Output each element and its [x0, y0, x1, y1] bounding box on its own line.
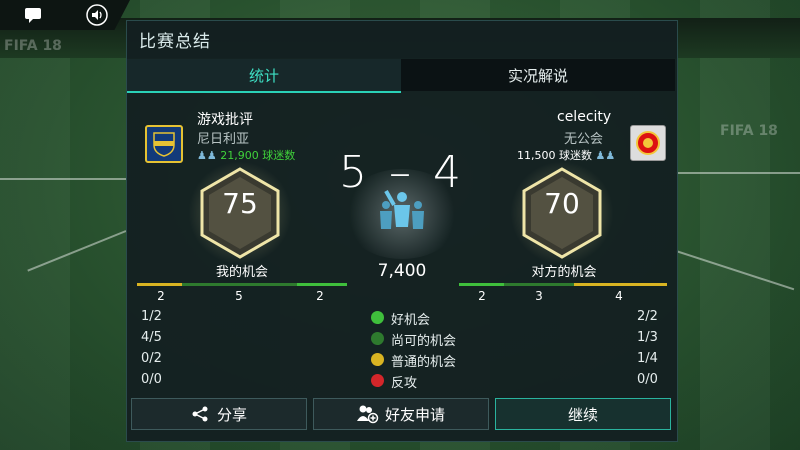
away-bar-segment-3: [574, 283, 667, 286]
pitch-line: [676, 172, 800, 174]
fifa-logo-left: FIFA 18: [4, 38, 62, 54]
home-bar-value: 2: [316, 289, 324, 303]
away-bar-segment-1: [459, 283, 504, 286]
pitch-line: [675, 250, 795, 291]
home-stat-value: 1/2: [141, 309, 162, 324]
away-team-name: celecity: [557, 109, 612, 125]
home-chances-label: 我的机会: [215, 265, 268, 280]
stat-label: 反攻: [391, 376, 418, 391]
home-bar-segment-2: [182, 283, 297, 286]
sound-button[interactable]: [84, 3, 110, 27]
away-rating-value: 70: [544, 187, 580, 220]
chat-icon: [25, 8, 41, 23]
pitch-line: [0, 178, 126, 180]
attendance-value: 7,400: [377, 261, 427, 281]
home-rating-value: 75: [222, 187, 258, 220]
home-rating-badge: 75: [184, 157, 296, 269]
home-stat-value: 0/2: [141, 351, 162, 366]
friend-request-label: 好友申请: [384, 405, 445, 424]
home-stat-value: 0/0: [141, 372, 162, 387]
home-stat-value: 4/5: [141, 330, 162, 345]
tab-stats[interactable]: 统计: [127, 59, 401, 93]
home-crest: [145, 125, 183, 163]
fans-icon: ♟♟: [197, 149, 217, 162]
home-bar-segment-3: [297, 283, 347, 286]
away-stat-value: 1/4: [637, 351, 658, 366]
fans-icon: ♟♟: [595, 149, 616, 162]
continue-button[interactable]: 继续: [495, 398, 671, 430]
share-button[interactable]: 分享: [131, 398, 307, 430]
summary-card: 统计 实况解说 游戏批评 尼日利亚 ♟♟ 21,900 球迷数 5 – 4 ce…: [127, 59, 675, 417]
players-celebrating-icon: [380, 190, 424, 229]
soccer-ball-icon: [371, 374, 384, 387]
home-bar-value: 2: [157, 289, 165, 303]
away-bar-value: 4: [615, 289, 623, 303]
soccer-ball-icon: [371, 311, 384, 324]
fifa-logo-right: FIFA 18: [720, 123, 778, 139]
chat-button[interactable]: [20, 3, 46, 27]
manutd-crest-icon: [636, 131, 660, 155]
away-stat-value: 2/2: [637, 309, 658, 324]
away-stat-value: 0/0: [637, 372, 658, 387]
away-bar-value: 2: [478, 289, 486, 303]
tab-commentary[interactable]: 实况解说: [401, 59, 675, 91]
speaker-icon: [86, 4, 108, 26]
stat-label: 普通的机会: [391, 355, 457, 370]
share-icon: [192, 406, 208, 422]
continue-label: 继续: [567, 405, 598, 424]
home-team-name: 游戏批评: [197, 112, 253, 128]
match-summary-panel: 比赛总结 统计 实况解说 游戏批评 尼日利亚 ♟♟ 21,900 球迷数 5 –…: [126, 20, 678, 442]
friend-request-button[interactable]: 好友申请: [313, 398, 489, 430]
away-bar-segment-2: [504, 283, 574, 286]
share-label: 分享: [216, 405, 247, 424]
tab-bar: 统计 实况解说: [127, 59, 675, 93]
away-team-country: 无公会: [564, 132, 604, 147]
home-bar-value: 5: [235, 289, 243, 303]
away-crest: [630, 125, 666, 161]
away-stat-value: 1/3: [637, 330, 658, 345]
pitch-line: [27, 230, 127, 272]
home-bar-segment-1: [137, 283, 182, 286]
away-rating-badge: 70: [506, 157, 618, 269]
stat-label: 尚可的机会: [391, 334, 457, 349]
home-team-country: 尼日利亚: [197, 132, 250, 147]
panel-title: 比赛总结: [139, 32, 211, 52]
add-friend-icon: [356, 405, 379, 424]
away-bar-value: 3: [535, 289, 543, 303]
soccer-ball-icon: [371, 332, 384, 345]
top-icon-bar: [0, 0, 130, 30]
away-chances-label: 对方的机会: [531, 265, 597, 280]
stat-label: 好机会: [391, 313, 431, 328]
boca-crest-icon: [153, 132, 175, 157]
soccer-ball-icon: [371, 353, 384, 366]
